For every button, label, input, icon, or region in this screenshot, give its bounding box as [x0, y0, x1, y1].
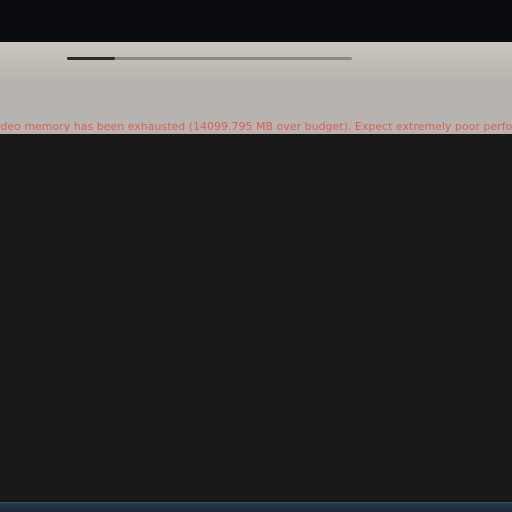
window-header	[0, 42, 512, 79]
viewport	[0, 134, 512, 502]
loading-progress-bar	[67, 57, 352, 60]
video-memory-warning: Video memory has been exhausted (14099.7…	[0, 120, 512, 133]
taskbar	[0, 502, 512, 512]
app-screen: Video memory has been exhausted (14099.7…	[0, 0, 512, 512]
loading-progress-fill	[67, 57, 116, 60]
top-bar	[0, 0, 512, 42]
